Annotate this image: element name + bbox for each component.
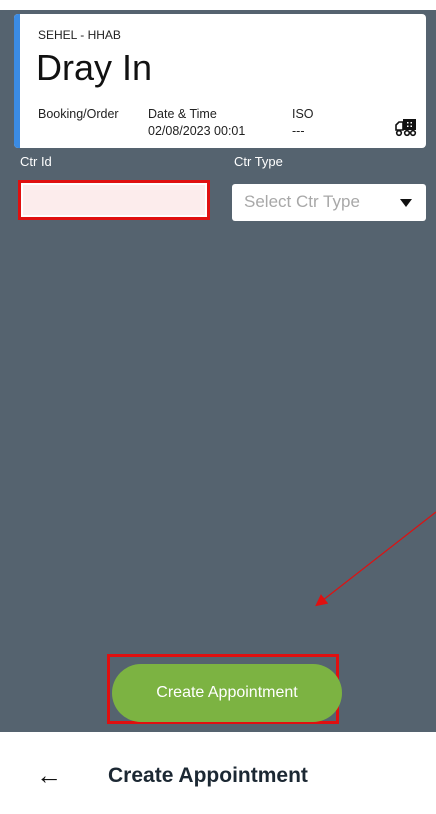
create-appointment-button[interactable]: Create Appointment xyxy=(112,664,342,722)
datetime-value: 02/08/2023 00:01 xyxy=(148,124,246,138)
card-accent-bar xyxy=(14,14,20,148)
ctr-type-select[interactable]: Select Ctr Type xyxy=(232,184,426,221)
ctr-type-label: Ctr Type xyxy=(234,154,283,169)
ctr-id-label: Ctr Id xyxy=(20,154,52,169)
order-info-card: SEHEL - HHAB Dray In Booking/Order Date … xyxy=(14,14,426,148)
facility-name: SEHEL - HHAB xyxy=(38,28,121,42)
ctr-id-input[interactable] xyxy=(23,185,205,215)
bottom-nav-bar: ← Create Appointment xyxy=(0,732,436,814)
iso-value: --- xyxy=(292,124,305,138)
ctr-id-field-highlight xyxy=(18,180,210,220)
page-title: Dray In xyxy=(36,47,153,88)
back-arrow-icon[interactable]: ← xyxy=(36,762,62,788)
datetime-label: Date & Time xyxy=(148,107,217,121)
iso-label: ISO xyxy=(292,107,314,121)
booking-label: Booking/Order xyxy=(38,107,119,121)
bottom-bar-title: Create Appointment xyxy=(108,764,308,787)
ctr-type-placeholder: Select Ctr Type xyxy=(244,192,360,211)
truck-icon[interactable] xyxy=(394,117,418,137)
status-strip xyxy=(0,0,436,10)
dropdown-caret-icon xyxy=(400,199,412,207)
